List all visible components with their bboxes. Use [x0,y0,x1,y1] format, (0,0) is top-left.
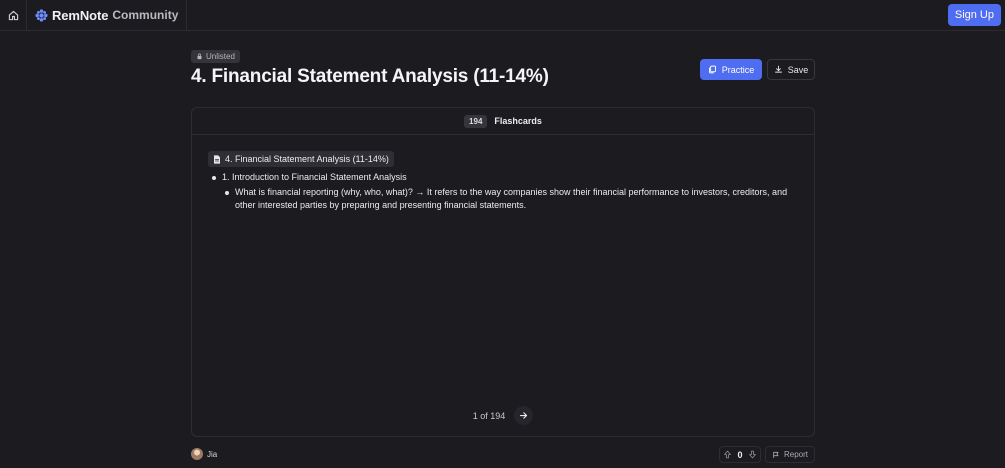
brand-logo-link[interactable]: RemNote Community [27,0,188,31]
page-title: 4. Financial Statement Analysis (11-14%) [191,66,549,87]
practice-button[interactable]: Practice [700,59,762,80]
brand-name: RemNote [52,7,109,23]
arrow-up-icon[interactable] [723,450,732,459]
vote-control: 0 [719,446,761,463]
home-icon [8,10,18,20]
bullet-dot[interactable] [225,190,229,195]
author-name: Jia [207,449,218,459]
flashcard-panel: 194 Flashcards 4. Financial Statement An… [191,107,815,437]
arrow-down-icon[interactable] [748,450,757,459]
list-item: What is financial reporting (why, who, w… [225,186,795,212]
practice-label: Practice [721,64,755,75]
brand-subtitle: Community [112,8,179,22]
report-button[interactable]: Report [765,446,815,463]
list-item-text: What is financial reporting (why, who, w… [235,187,788,210]
save-label: Save [787,64,809,75]
badge-label: Unlisted [206,52,235,61]
home-button[interactable] [0,0,27,31]
top-navbar: RemNote Community Sign Up [0,0,1005,31]
pagination: 1 of 194 [192,406,814,425]
report-label: Report [783,450,808,459]
remnote-logo-icon [35,8,48,22]
next-card-button[interactable] [514,406,534,425]
visibility-badge: Unlisted [191,50,240,63]
list-item-text: 1. Introduction to Financial Statement A… [222,172,407,182]
avatar [191,448,203,460]
document-icon [214,154,220,164]
sign-up-button[interactable]: Sign Up [947,4,1001,26]
arrow-right-icon [520,412,528,419]
bullet-dot[interactable] [212,175,216,180]
card-header: 194 Flashcards [192,108,814,135]
list-item: 1. Introduction to Financial Statement A… [212,171,407,184]
vote-count: 0 [737,449,743,460]
document-title-chip[interactable]: 4. Financial Statement Analysis (11-14%) [208,151,394,167]
flashcard-count: 194 [464,114,488,128]
author-link[interactable]: Jia [191,448,217,460]
flashcard-count-label: Flashcards [494,116,542,126]
save-button[interactable]: Save [767,59,815,80]
download-icon [774,65,782,73]
document-title: 4. Financial Statement Analysis (11-14%) [225,154,389,164]
page-indicator: 1 of 194 [472,410,506,421]
lock-icon [197,53,202,60]
flag-icon [773,451,779,458]
cards-icon [708,65,716,74]
